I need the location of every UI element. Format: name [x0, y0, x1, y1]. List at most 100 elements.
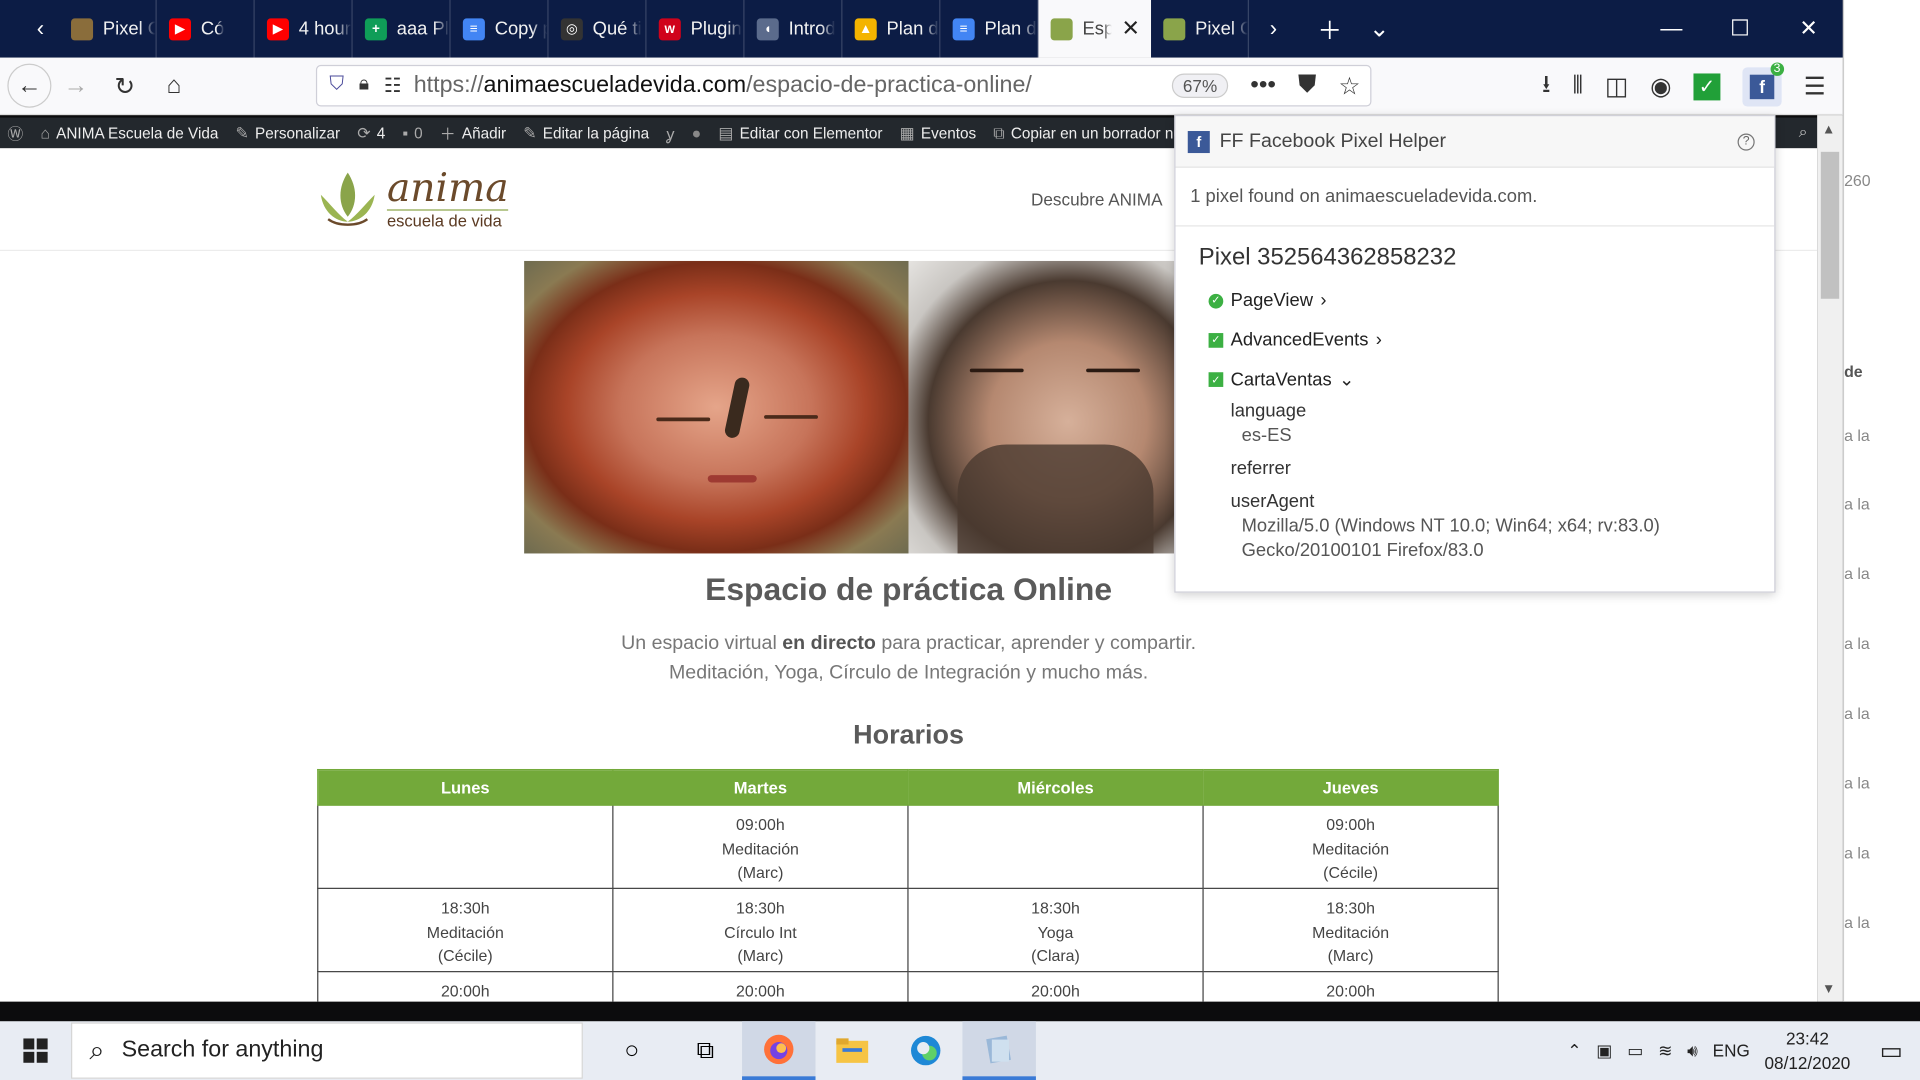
- event-advancedevents[interactable]: ✓ AdvancedEvents ›: [1208, 329, 1382, 350]
- tab-title: aaa Pl: [396, 18, 449, 40]
- home-button[interactable]: ⌂: [149, 61, 198, 110]
- tracking-protection-icon[interactable]: ⛉: [329, 73, 344, 97]
- background-window: 260 de a la a la a la a la a la a la a la a la: [1842, 0, 1920, 1002]
- schedule-cell: 20:00h: [317, 971, 614, 1002]
- page-actions-icon[interactable]: •••: [1250, 70, 1276, 101]
- schedule-cell: 18:30h Yoga (Clara): [907, 887, 1204, 973]
- tab-active[interactable]: Esp ✕: [1038, 0, 1152, 58]
- permissions-icon[interactable]: ☷: [384, 73, 402, 97]
- start-button[interactable]: [0, 1021, 71, 1080]
- clock[interactable]: 23:42 08/12/2020: [1765, 1026, 1851, 1075]
- show-hidden-icons-icon[interactable]: ⌃: [1567, 1040, 1581, 1061]
- background-window-text: a la: [1844, 843, 1870, 863]
- wordpress-logo-icon[interactable]: Ⓦ: [7, 121, 23, 144]
- sidebar-icon[interactable]: ◫: [1605, 71, 1628, 102]
- tab[interactable]: w Plugin: [647, 0, 745, 58]
- forward-button[interactable]: →: [51, 61, 100, 110]
- system-tray: ⌃ ▣ ▭ ≋ 🔊︎ ENG 23:42 08/12/2020 ▭: [1567, 1026, 1920, 1075]
- account-icon[interactable]: ◉: [1650, 71, 1671, 102]
- list-all-tabs-icon[interactable]: ⌄: [1369, 13, 1390, 44]
- new-tab-icon[interactable]: ＋: [1318, 11, 1342, 47]
- search-placeholder: Search for anything: [121, 1037, 324, 1063]
- wp-site-name[interactable]: ⌂ ANIMA Escuela de Vida: [40, 124, 218, 142]
- tab[interactable]: ◖ Introd: [744, 0, 843, 58]
- app-taskbar-icon[interactable]: [962, 1021, 1036, 1080]
- wp-customize[interactable]: ✎ Personalizar: [236, 123, 341, 143]
- tab[interactable]: ◎ Qué ti: [549, 0, 647, 58]
- firefox-taskbar-icon[interactable]: [742, 1021, 816, 1080]
- address-bar[interactable]: ⛉ 🔒︎ ☷ https://animaescueladevida.com/es…: [315, 64, 1372, 107]
- pocket-icon[interactable]: ⛊: [1298, 70, 1316, 101]
- tab[interactable]: Pixel C: [1151, 0, 1249, 58]
- event-pageview[interactable]: ✓ PageView ›: [1208, 290, 1326, 311]
- volume-icon[interactable]: 🔊︎: [1687, 1040, 1698, 1061]
- background-window-text: de: [1844, 362, 1863, 381]
- seo-status-dot[interactable]: ●: [692, 124, 702, 142]
- reload-button[interactable]: ↻: [100, 61, 149, 110]
- task-view-icon[interactable]: ⧉: [669, 1021, 742, 1080]
- library-icon[interactable]: ⫴: [1573, 72, 1583, 100]
- background-window-text: 260: [1844, 171, 1871, 190]
- tab[interactable]: Pixel C: [59, 0, 157, 58]
- tab[interactable]: ▶ 4 hour: [255, 0, 353, 58]
- help-icon[interactable]: ?: [1737, 132, 1755, 151]
- updates-icon: ⟳: [357, 123, 371, 142]
- wp-edit-page[interactable]: ✎ Editar la página: [523, 123, 649, 143]
- check-circle-icon: ✓: [1208, 293, 1224, 308]
- chevron-down-icon: ⌄: [1339, 369, 1355, 391]
- wp-events[interactable]: ▦ Eventos: [900, 123, 976, 143]
- battery-icon[interactable]: ▭: [1627, 1040, 1643, 1061]
- downloads-icon[interactable]: ⭳: [1542, 66, 1551, 108]
- tab[interactable]: ≡ Plan d: [940, 0, 1039, 58]
- lock-icon[interactable]: 🔒︎: [359, 73, 369, 97]
- event-cartaventas[interactable]: ✓ CartaVentas ⌄: [1208, 369, 1355, 391]
- nav-toolbar: ← → ↻ ⌂ ⛉ 🔒︎ ☷ https://animaescueladevid…: [0, 57, 1843, 116]
- device-icon[interactable]: ▣: [1596, 1040, 1612, 1061]
- language-indicator[interactable]: ENG: [1713, 1041, 1750, 1061]
- url-text[interactable]: https://animaescueladevida.com/espacio-d…: [414, 72, 1172, 99]
- checkmark-extension-icon[interactable]: ✓: [1693, 72, 1721, 100]
- wifi-icon[interactable]: ≋: [1658, 1040, 1672, 1061]
- scroll-tabs-right-icon[interactable]: ›: [1249, 0, 1298, 58]
- minimize-icon[interactable]: —: [1637, 16, 1706, 42]
- schedule-cell: 09:00h Meditación (Cécile): [1202, 804, 1499, 889]
- wp-comments[interactable]: ▪ 0: [402, 124, 422, 142]
- wp-edit-elementor[interactable]: ▤ Editar con Elementor: [718, 123, 882, 143]
- tab-favicon-icon: w: [658, 17, 681, 40]
- page-scrollbar[interactable]: ▲ ▼: [1817, 115, 1843, 1002]
- scroll-down-icon[interactable]: ▼: [1822, 982, 1835, 997]
- taskbar-search[interactable]: ⌕ Search for anything: [71, 1022, 583, 1079]
- site-logo[interactable]: anima escuela de vida: [316, 165, 509, 231]
- scroll-up-icon[interactable]: ▲: [1822, 122, 1835, 137]
- maximize-icon[interactable]: ☐: [1706, 16, 1775, 42]
- zoom-level-button[interactable]: 67%: [1171, 73, 1229, 98]
- back-button[interactable]: ←: [7, 63, 52, 108]
- scroll-tabs-left-icon[interactable]: ‹: [0, 0, 59, 58]
- tab[interactable]: ▲ Plan d: [842, 0, 941, 58]
- scrollbar-thumb[interactable]: [1820, 151, 1840, 299]
- tab-favicon-icon: ▲: [854, 17, 877, 40]
- cortana-icon[interactable]: ○: [595, 1021, 668, 1080]
- facebook-pixel-helper-icon[interactable]: f 3: [1742, 61, 1785, 106]
- schedule-cell: 18:30h Meditación (Cécile): [317, 887, 614, 973]
- notifications-icon[interactable]: ▭: [1880, 1035, 1903, 1066]
- hamburger-menu-icon[interactable]: ☰: [1804, 71, 1826, 102]
- file-explorer-taskbar-icon[interactable]: [816, 1021, 889, 1080]
- close-window-icon[interactable]: ✕: [1774, 16, 1843, 42]
- schedule-teacher: (Cécile): [437, 946, 493, 965]
- yoast-icon[interactable]: ỿ: [666, 122, 674, 144]
- tab[interactable]: ≡ Copy p: [451, 0, 549, 58]
- bookmark-star-icon[interactable]: ☆: [1338, 70, 1360, 101]
- edge-taskbar-icon[interactable]: [889, 1021, 962, 1080]
- pixel-id-heading[interactable]: Pixel 352564362858232: [1199, 244, 1457, 272]
- tab[interactable]: ▶ Có: [157, 0, 255, 58]
- nav-descubre-anima[interactable]: Descubre ANIMA: [1031, 190, 1162, 210]
- wp-search-icon[interactable]: ⌕: [1799, 124, 1808, 142]
- tab-favicon-icon: +: [364, 17, 387, 40]
- tab[interactable]: + aaa Pl: [353, 0, 451, 58]
- schedule-activity: Meditación: [1312, 839, 1390, 858]
- close-tab-icon[interactable]: ✕: [1122, 16, 1140, 42]
- wp-add-new[interactable]: ＋ Añadir: [440, 121, 506, 144]
- wp-updates[interactable]: ⟳ 4: [357, 123, 385, 143]
- edge-icon: [911, 1035, 941, 1066]
